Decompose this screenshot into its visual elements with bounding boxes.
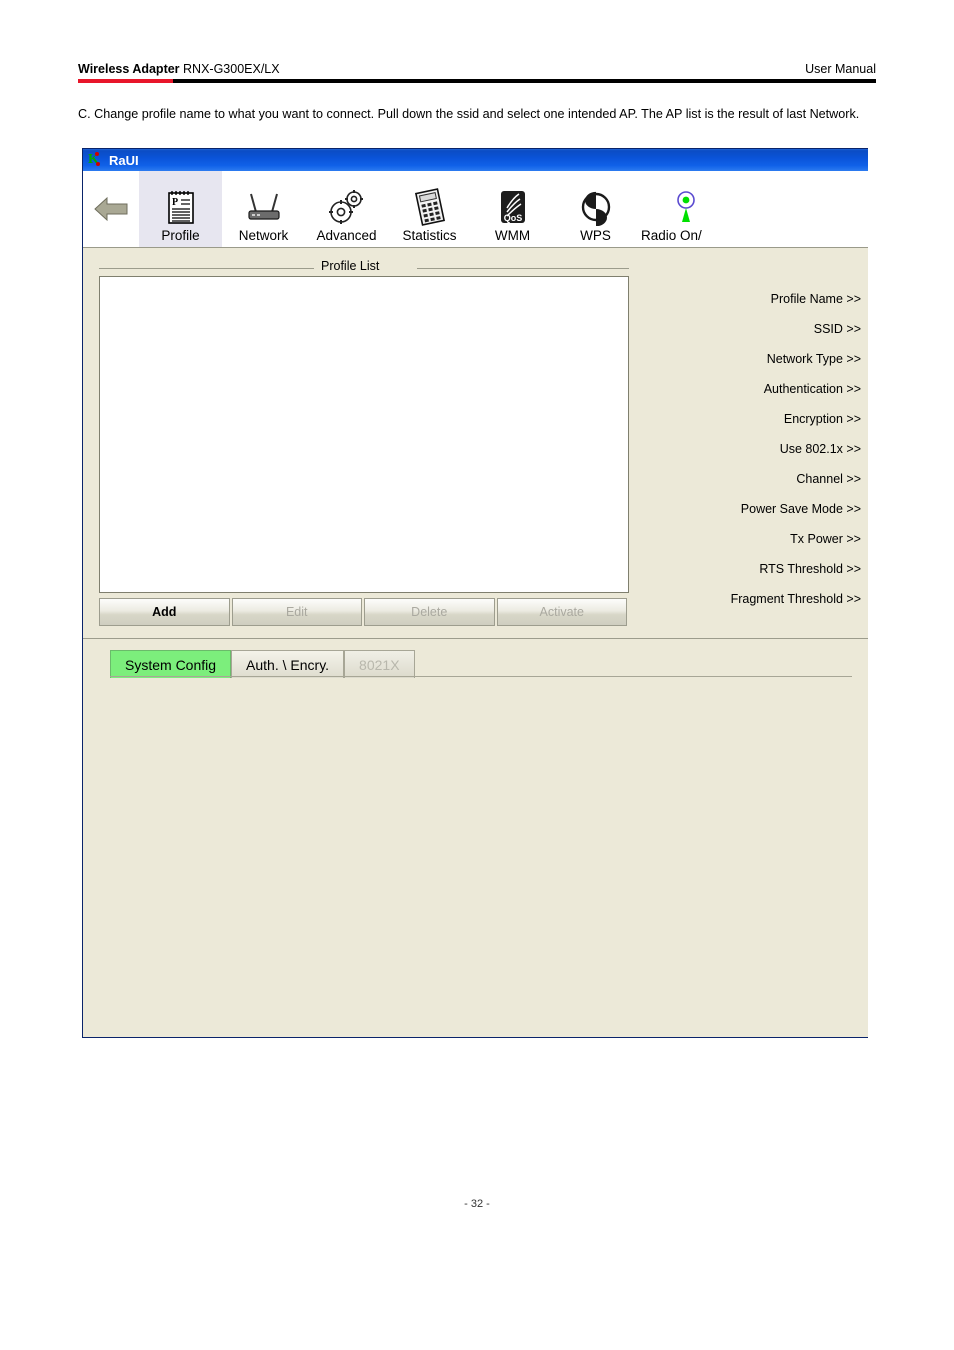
header-product-model: RNX-G300EX/LX — [179, 62, 280, 76]
activate-button[interactable]: Activate — [496, 598, 627, 626]
toolbar-label-statistics: Statistics — [402, 228, 457, 243]
header-right-text: User Manual — [805, 62, 876, 76]
tab-system-config[interactable]: System Config — [110, 650, 232, 678]
detail-label-tx-power: Tx Power >> — [790, 532, 861, 546]
profile-list-legend: Profile List — [99, 259, 629, 274]
toolbar-label-wps: WPS — [580, 228, 611, 243]
window-title: RaUI — [109, 152, 139, 168]
toolbar-item-radio-on-off[interactable]: Radio On/ — [637, 171, 737, 247]
header-rule-black — [173, 79, 876, 83]
qos-icon: QoS — [496, 186, 530, 228]
system-config-form: Profile Name >> PROF1 SSID >> Power Save… — [83, 683, 868, 1018]
toolbar-item-statistics[interactable]: Statistics — [388, 171, 471, 247]
svg-text:QoS: QoS — [503, 213, 522, 223]
raui-logo-icon: K — [88, 152, 100, 167]
detail-label-power-save-mode: Power Save Mode >> — [740, 502, 861, 516]
detail-label-encryption: Encryption >> — [783, 412, 861, 426]
toolbar-item-wmm[interactable]: QoS WMM — [471, 171, 554, 247]
svg-text:P: P — [172, 197, 178, 208]
toolbar-label-radio: Radio On/ — [641, 228, 702, 243]
header-rule-red — [78, 79, 173, 83]
detail-label-profile-name: Profile Name >> — [770, 292, 861, 306]
detail-label-channel: Channel >> — [796, 472, 861, 486]
profile-list-section: Profile List Add Edit Delete Activate Pr… — [83, 248, 868, 638]
detail-label-network-type: Network Type >> — [766, 352, 861, 366]
back-button[interactable] — [83, 171, 139, 247]
instruction-paragraph: C. Change profile name to what you want … — [78, 107, 860, 121]
header-left-text: Wireless Adapter RNX-G300EX/LX — [78, 62, 280, 76]
toolbar-label-network: Network — [238, 228, 289, 243]
detail-label-authentication: Authentication >> — [763, 382, 861, 396]
edit-button[interactable]: Edit — [231, 598, 362, 626]
profile-detail-labels: Profile Name >> SSID >> Network Type >> … — [643, 284, 861, 614]
profile-action-buttons: Add Edit Delete Activate — [99, 598, 627, 626]
toolbar-item-network[interactable]: Network — [222, 171, 305, 247]
header-product-bold: Wireless Adapter — [78, 62, 180, 76]
wps-icon — [579, 186, 613, 228]
tabstrip: System Config Auth. \ Encry. 8021X — [110, 650, 415, 678]
network-icon — [242, 186, 286, 228]
toolbar-label-advanced: Advanced — [316, 228, 377, 243]
toolbar-item-profile[interactable]: P Profile — [139, 171, 222, 247]
tab-underline — [110, 676, 852, 677]
document-header: Wireless Adapter RNX-G300EX/LX User Manu… — [78, 62, 876, 83]
tab-auth-encry[interactable]: Auth. \ Encry. — [231, 650, 345, 678]
delete-button[interactable]: Delete — [364, 598, 495, 626]
calculator-icon — [413, 186, 447, 228]
detail-label-fragment-threshold: Fragment Threshold >> — [730, 592, 861, 606]
gears-icon — [326, 186, 368, 228]
main-toolbar: P Profile Network Advanced Statistics Qo… — [83, 171, 868, 248]
detail-label-use-8021x: Use 802.1x >> — [779, 442, 861, 456]
window-titlebar: K RaUI — [83, 149, 868, 171]
toolbar-item-wps[interactable]: WPS — [554, 171, 637, 247]
detail-label-ssid: SSID >> — [813, 322, 861, 336]
radio-antenna-icon — [641, 186, 731, 228]
tab-8021x[interactable]: 8021X — [344, 650, 415, 678]
raui-application-window: K RaUI P Profile Network Advanced Statis… — [82, 148, 868, 1038]
profile-list-box[interactable] — [99, 276, 629, 593]
toolbar-item-advanced[interactable]: Advanced — [305, 171, 388, 247]
tabstrip-container: System Config Auth. \ Encry. 8021X — [83, 639, 868, 683]
profile-list-legend-text: Profile List — [321, 259, 380, 273]
detail-label-rts-threshold: RTS Threshold >> — [759, 562, 861, 576]
profile-icon: P — [166, 186, 196, 228]
toolbar-label-wmm: WMM — [494, 228, 531, 243]
toolbar-label-profile: Profile — [161, 228, 200, 243]
header-rule — [78, 79, 876, 83]
page-number: - 32 - — [464, 1198, 490, 1210]
add-button[interactable]: Add — [99, 598, 230, 626]
back-arrow-icon — [94, 196, 128, 222]
